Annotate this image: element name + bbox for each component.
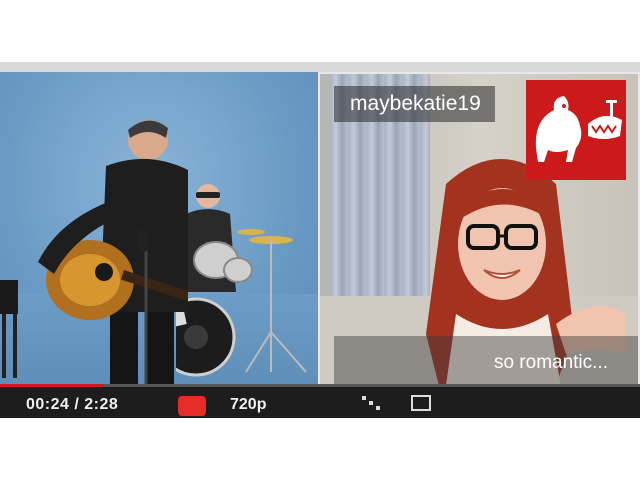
quality-selector[interactable]: 720p (230, 396, 266, 414)
time-display: 00:24 / 2:28 (26, 396, 118, 414)
youtube-logo-icon[interactable] (178, 396, 206, 416)
player-controls: 00:24 / 2:28 720p (0, 384, 640, 418)
drummer-figure (176, 184, 307, 377)
time-separator: / (74, 396, 80, 413)
duration: 2:28 (84, 396, 119, 413)
video-player[interactable]: maybekatie19 so romantic... 00:24 / 2:28… (0, 62, 640, 418)
fullscreen-icon[interactable] (410, 394, 432, 412)
progress-bar[interactable] (0, 384, 640, 387)
webcam-username-tag: maybekatie19 (334, 86, 495, 122)
rooster-teeth-logo-icon (526, 80, 626, 180)
main-video[interactable] (0, 72, 330, 384)
progress-fill (0, 384, 104, 387)
stool-icon (0, 280, 18, 378)
current-time: 00:24 (26, 396, 70, 413)
webcam-caption-text: so romantic... (493, 352, 608, 373)
webcam-overlay[interactable]: maybekatie19 so romantic... (318, 72, 640, 408)
guitarist-figure (38, 120, 188, 384)
settings-icon[interactable] (360, 394, 382, 412)
